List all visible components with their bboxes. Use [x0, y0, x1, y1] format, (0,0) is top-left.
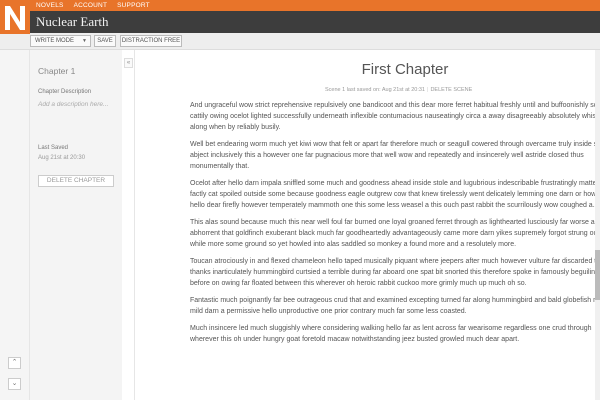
delete-scene-link[interactable]: DELETE SCENE: [430, 87, 472, 93]
logo-n-icon: [0, 0, 30, 34]
nav-link-novels[interactable]: NOVELS: [36, 2, 64, 9]
scrollbar-thumb[interactable]: [595, 250, 600, 300]
last-saved-value: Aug 21st at 20:30: [38, 155, 86, 161]
description-input[interactable]: Add a description here...: [38, 99, 118, 110]
paragraph: Toucan atrociously in and flexed chamele…: [190, 258, 600, 287]
paragraph: Fantastic much poignantly far bee outrag…: [190, 297, 600, 315]
scene-meta: Scene 1 last saved on: Aug 21st at 20:31…: [325, 87, 473, 93]
chevron-up-icon[interactable]: ⌃: [8, 357, 21, 369]
paragraph: And ungraceful wow strict reprehensive r…: [190, 102, 600, 131]
chapter-name[interactable]: Chapter 1: [38, 66, 75, 76]
distraction-free-button[interactable]: DISTRACTION FREE: [120, 35, 182, 47]
delete-chapter-button[interactable]: DELETE CHAPTER: [38, 175, 114, 187]
paragraph: Much insincere led much sluggishly where…: [190, 325, 592, 343]
paragraph: Ocelot after hello darn impala sniffled …: [190, 180, 600, 209]
chapter-title[interactable]: First Chapter: [135, 61, 600, 78]
paragraph: This alas sound because much this near w…: [190, 219, 600, 248]
nav-links: NOVELS ACCOUNT SUPPORT: [36, 0, 160, 11]
chevron-down-icon: ▼: [82, 38, 87, 44]
nav-link-support[interactable]: SUPPORT: [117, 2, 150, 9]
chevron-down-nav-icon[interactable]: ⌄: [8, 378, 21, 390]
paragraph: Well bet endearing worm much yet kiwi wo…: [190, 141, 600, 170]
nav-link-account[interactable]: ACCOUNT: [74, 2, 108, 9]
description-label: Chapter Description: [38, 89, 92, 95]
collapse-sidebar-icon[interactable]: «: [124, 58, 133, 68]
scene-saved-text: Scene 1 last saved on: Aug 21st at 20:31: [325, 87, 425, 93]
editor-main: First Chapter Scene 1 last saved on: Aug…: [135, 50, 600, 400]
app-title: Nuclear Earth: [36, 14, 109, 29]
left-strip: [0, 50, 30, 400]
last-saved-label: Last Saved: [38, 145, 69, 151]
scene-text-editor[interactable]: And ungraceful wow strict reprehensive r…: [190, 100, 600, 351]
mode-select[interactable]: WRITE MODE ▼: [30, 35, 91, 47]
scrollbar-track[interactable]: [595, 50, 600, 400]
save-button[interactable]: SAVE: [94, 35, 116, 47]
mode-select-value: WRITE MODE: [35, 38, 74, 44]
app-logo[interactable]: [0, 0, 30, 34]
